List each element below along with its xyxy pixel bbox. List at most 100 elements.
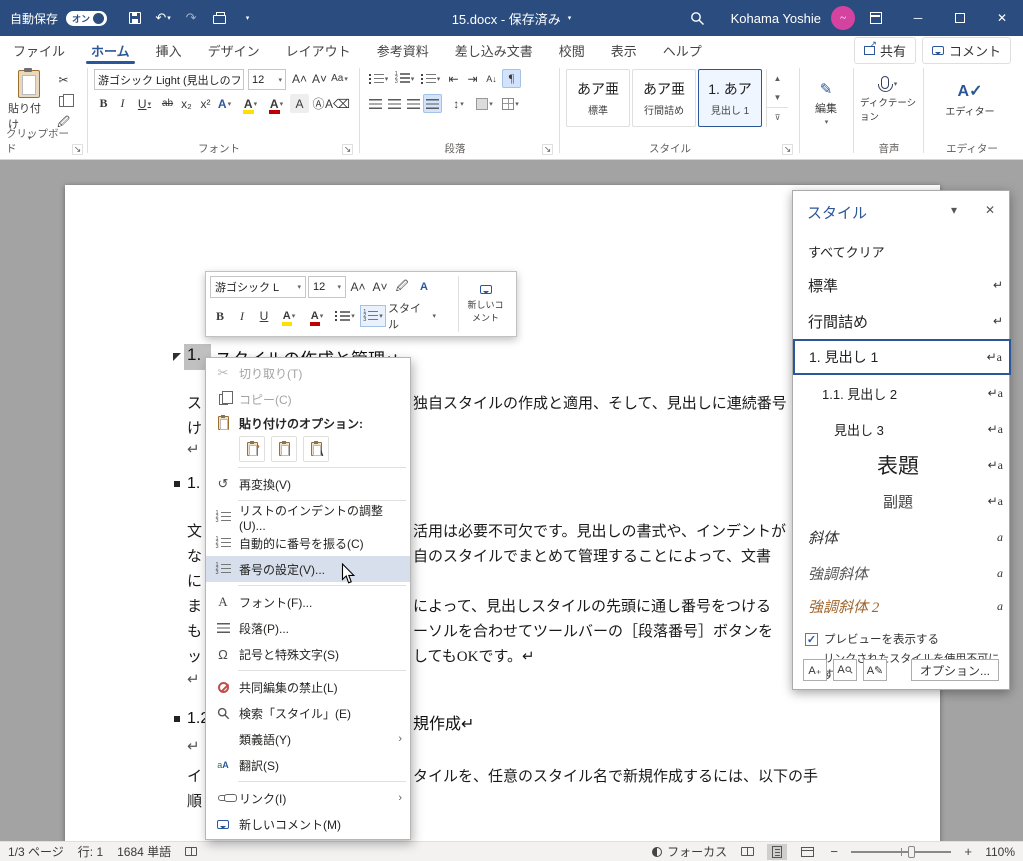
editing-button[interactable]: ✎ 編集 ▾ xyxy=(804,70,848,136)
tab-file[interactable]: ファイル xyxy=(0,36,78,64)
tab-review[interactable]: 校閲 xyxy=(546,36,598,64)
zoom-level[interactable]: 110% xyxy=(985,845,1015,859)
save-button[interactable] xyxy=(123,6,147,30)
mini-grow-font-button[interactable]: A˄ xyxy=(348,276,368,298)
menu-item-set-numbering-value[interactable]: 番号の設定(V)... xyxy=(206,556,410,582)
style-gallery-cell-no-spacing[interactable]: あア亜 行間詰め xyxy=(632,69,696,127)
menu-item-new-comment[interactable]: 新しいコメント(M) xyxy=(206,811,410,837)
new-style-button[interactable]: A₊ xyxy=(803,659,827,681)
mini-styles-button[interactable]: スタイル ▾ xyxy=(388,303,436,331)
paragraph-dialog-launcher[interactable]: ↘ xyxy=(542,144,553,155)
mini-font-size-combo[interactable]: 12 ▾ xyxy=(308,276,346,298)
style-item-title[interactable]: 表題 ↵a xyxy=(793,447,1011,483)
mini-highlight-button[interactable]: A ▾ xyxy=(276,305,302,327)
web-layout-button[interactable] xyxy=(797,844,817,860)
style-gallery-up-button[interactable]: ▲ xyxy=(767,69,788,88)
paste-merge-formatting-button[interactable]: → xyxy=(271,436,297,462)
tab-help[interactable]: ヘルプ xyxy=(650,36,715,64)
superscript-button[interactable]: x² xyxy=(196,94,215,113)
minimize-button[interactable]: ─ xyxy=(897,0,939,36)
editor-button[interactable]: A✓ エディター xyxy=(940,68,1000,130)
tab-layout[interactable]: レイアウト xyxy=(273,36,364,64)
style-inspector-button[interactable]: A xyxy=(833,659,857,681)
paste-keep-source-formatting-button[interactable]: 🖉 xyxy=(239,436,265,462)
style-gallery-cell-heading1[interactable]: 1. あア 見出し 1 xyxy=(698,69,762,127)
style-item-heading3[interactable]: 見出し 3 ↵a xyxy=(793,411,1011,447)
style-gallery-cell-normal[interactable]: あア亜 標準 xyxy=(566,69,630,127)
mini-font-name-combo[interactable]: 游ゴシック L ▾ xyxy=(210,276,306,298)
style-gallery-more-button[interactable]: ⊽ xyxy=(767,107,788,126)
menu-item-translate[interactable]: a A 翻訳(S) xyxy=(206,752,410,778)
font-dialog-launcher[interactable]: ↘ xyxy=(342,144,353,155)
clipboard-dialog-launcher[interactable]: ↘ xyxy=(72,144,83,155)
proofing-icon[interactable] xyxy=(185,847,198,856)
styles-pane-menu-button[interactable]: ▾ xyxy=(943,199,965,221)
mini-shrink-font-button[interactable]: A˅ xyxy=(370,276,390,298)
style-item-italic[interactable]: 斜体 a xyxy=(793,519,1011,555)
user-avatar[interactable]: ~ xyxy=(831,6,855,30)
sort-button[interactable]: A↓ xyxy=(482,69,501,88)
style-item-normal[interactable]: 標準 ↵ xyxy=(793,267,1011,303)
undo-button[interactable]: ↶ ▾ xyxy=(151,6,175,30)
styles-options-button[interactable]: オプション... xyxy=(910,659,999,681)
mini-format-painter-button[interactable]: 🖉 xyxy=(392,276,412,298)
clear-formatting-button[interactable]: A⌫ xyxy=(325,94,350,113)
menu-item-paragraph[interactable]: 段落(P)... xyxy=(206,615,410,641)
multilevel-list-button[interactable]: ▾ xyxy=(418,69,443,88)
borders-button[interactable]: ▾ xyxy=(498,94,523,113)
zoom-slider[interactable] xyxy=(851,845,952,858)
style-item-heading2[interactable]: 1.1. 見出し 2 ↵a xyxy=(793,375,1011,411)
show-formatting-marks-button[interactable]: ¶ xyxy=(502,69,521,88)
tab-references[interactable]: 参考資料 xyxy=(364,36,442,64)
cut-button[interactable]: ✂ xyxy=(54,70,73,89)
autosave-toggle[interactable]: オン xyxy=(66,10,108,26)
tab-view[interactable]: 表示 xyxy=(598,36,650,64)
increase-indent-button[interactable]: ⇥ xyxy=(463,69,482,88)
menu-item-link[interactable]: リンク(I) › xyxy=(206,785,410,811)
menu-item-search[interactable]: 検索「スタイル」(E) xyxy=(206,700,410,726)
copy-button[interactable] xyxy=(54,92,74,111)
style-item-intense-emphasis[interactable]: 強調斜体 2a xyxy=(793,591,1011,621)
decrease-indent-button[interactable]: ⇤ xyxy=(444,69,463,88)
mini-font-color-button[interactable]: A ▾ xyxy=(304,305,330,327)
mini-italic-button[interactable]: I xyxy=(232,305,252,327)
style-item-heading1[interactable]: 1. 見出し 1 ↵a xyxy=(793,339,1011,375)
strikethrough-button[interactable]: ab xyxy=(158,94,177,113)
menu-item-synonyms[interactable]: 類義語(Y) › xyxy=(206,726,410,752)
shrink-font-button[interactable]: A˅ xyxy=(310,69,329,88)
shading-button[interactable]: ▾ xyxy=(472,94,497,113)
user-name[interactable]: Kohama Yoshie xyxy=(731,11,821,26)
subscript-button[interactable]: x₂ xyxy=(177,94,196,113)
style-gallery-down-button[interactable]: ▼ xyxy=(767,88,788,107)
highlight-button[interactable]: A ▾ xyxy=(238,94,263,114)
tab-mailings[interactable]: 差し込み文書 xyxy=(442,36,546,64)
character-shading-button[interactable]: A xyxy=(290,94,309,113)
styles-dialog-launcher[interactable]: ↘ xyxy=(782,144,793,155)
menu-item-font[interactable]: A フォント(F)... xyxy=(206,589,410,615)
read-mode-button[interactable] xyxy=(737,844,757,860)
align-left-button[interactable] xyxy=(366,94,385,113)
tab-home[interactable]: ホーム xyxy=(78,36,143,64)
italic-button[interactable]: I xyxy=(113,94,132,113)
zoom-in-button[interactable]: + xyxy=(961,844,975,859)
print-button[interactable] xyxy=(207,6,231,30)
customize-qat-button[interactable]: ▾ xyxy=(235,6,259,30)
grow-font-button[interactable]: A˄ xyxy=(290,69,309,88)
mini-underline-button[interactable]: U xyxy=(254,305,274,327)
align-right-button[interactable] xyxy=(404,94,423,113)
menu-item-reconvert[interactable]: ↺ 再変換(V) xyxy=(206,471,410,497)
menu-item-continue-numbering[interactable]: 自動的に番号を振る(C) xyxy=(206,530,410,556)
paste-text-only-button[interactable]: A xyxy=(303,436,329,462)
maximize-button[interactable] xyxy=(939,0,981,36)
line-spacing-button[interactable]: ↕ ▾ xyxy=(446,94,471,113)
justify-button[interactable] xyxy=(423,94,442,113)
text-effects-button[interactable]: A ▾ xyxy=(215,94,234,113)
font-name-combo[interactable]: 游ゴシック Light (見出しのフォ▾ xyxy=(94,69,244,90)
mini-new-comment-button[interactable]: 新しいコメント xyxy=(458,276,512,332)
comments-button[interactable]: コメント xyxy=(921,36,1011,64)
bold-button[interactable]: B xyxy=(94,94,113,113)
menu-item-block-authors[interactable]: 共同編集の禁止(L) xyxy=(206,674,410,700)
redo-button[interactable]: ↷ xyxy=(179,6,203,30)
mini-text-effects-button[interactable]: A xyxy=(414,276,434,298)
menu-item-symbols[interactable]: Ω 記号と特殊文字(S) xyxy=(206,641,410,667)
